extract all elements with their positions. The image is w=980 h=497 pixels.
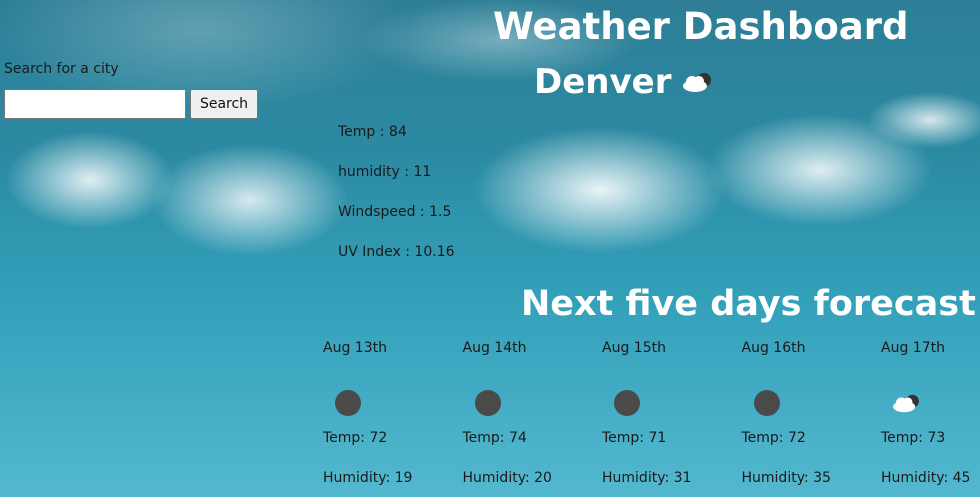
forecast-day-card: Aug 13th Temp: 72 Humidity: 19 — [323, 338, 463, 497]
forecast-date: Aug 13th — [323, 340, 387, 356]
current-uv-index: UV Index : 10.16 — [338, 244, 455, 260]
current-city-heading: Denver — [534, 62, 715, 102]
dark-dot-icon — [753, 390, 780, 416]
forecast-temp: Temp: 74 — [462, 430, 527, 446]
partly-cloudy-icon — [889, 391, 923, 415]
forecast-day-card: Aug 14th Temp: 74 Humidity: 20 — [463, 338, 603, 497]
current-windspeed: Windspeed : 1.5 — [338, 204, 452, 220]
forecast-date: Aug 17th — [881, 340, 945, 356]
city-name: Denver — [534, 62, 672, 102]
forecast-temp: Temp: 72 — [741, 430, 806, 446]
current-temp: Temp : 84 — [338, 124, 407, 140]
search-label: Search for a city — [4, 61, 119, 77]
forecast-temp: Temp: 73 — [881, 430, 946, 446]
page-title: Weather Dashboard — [493, 5, 909, 48]
forecast-humidity: Humidity: 20 — [462, 470, 552, 486]
dark-dot-icon — [335, 390, 361, 416]
current-humidity: humidity : 11 — [338, 164, 432, 180]
forecast-list: Aug 13th Temp: 72 Humidity: 19 Aug 14th … — [323, 338, 980, 497]
current-conditions: Temp : 84 humidity : 11 Windspeed : 1.5 … — [338, 122, 455, 282]
forecast-day-card: Aug 16th Temp: 72 Humidity: 35 — [742, 338, 882, 497]
forecast-humidity: Humidity: 45 — [881, 470, 971, 486]
forecast-date: Aug 14th — [462, 340, 527, 356]
forecast-temp: Temp: 71 — [602, 430, 667, 446]
forecast-title: Next five days forecast — [521, 284, 976, 324]
partly-cloudy-icon — [679, 69, 715, 95]
forecast-temp: Temp: 72 — [323, 430, 388, 446]
dark-dot-icon — [614, 390, 640, 416]
forecast-humidity: Humidity: 35 — [741, 470, 831, 486]
forecast-date: Aug 15th — [602, 340, 666, 356]
forecast-date: Aug 16th — [741, 340, 806, 356]
dark-dot-icon — [474, 390, 501, 416]
forecast-humidity: Humidity: 19 — [323, 470, 413, 486]
search-button[interactable]: Search — [190, 89, 258, 119]
search-input[interactable] — [4, 89, 186, 119]
forecast-humidity: Humidity: 31 — [602, 470, 692, 486]
forecast-day-card: Aug 17th Temp: 73 Humidity: 45 — [881, 338, 980, 497]
forecast-day-card: Aug 15th Temp: 71 Humidity: 31 — [602, 338, 742, 497]
